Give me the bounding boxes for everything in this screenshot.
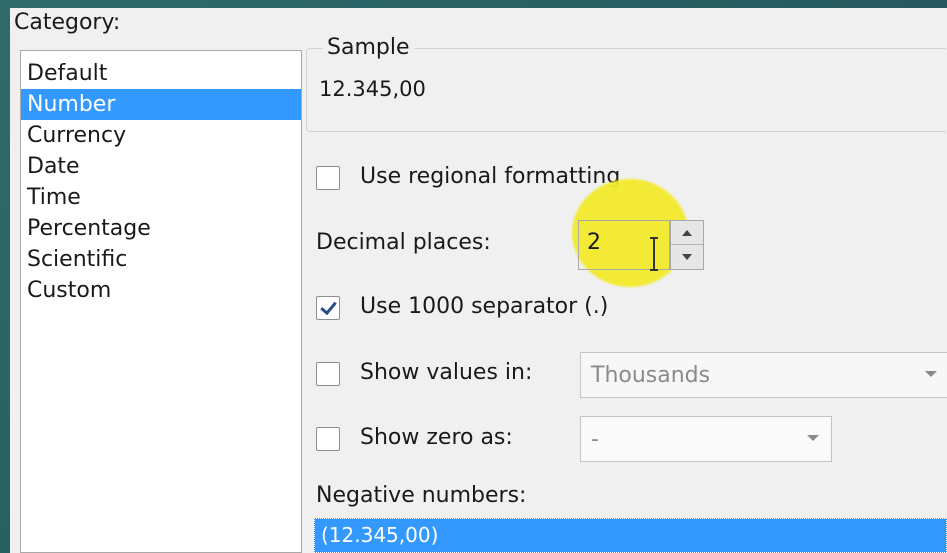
- negative-numbers-item[interactable]: (12.345,00): [321, 523, 438, 547]
- show-values-label: Show values in:: [360, 360, 533, 385]
- decimal-places-label: Decimal places:: [316, 230, 491, 255]
- category-label: Category:: [14, 10, 121, 35]
- sample-value: 12.345,00: [319, 77, 426, 101]
- spin-down-button[interactable]: [671, 245, 703, 269]
- spin-up-icon: [682, 229, 692, 236]
- thousands-separator-label: Use 1000 separator (.): [360, 294, 609, 319]
- sample-title: Sample: [323, 35, 414, 60]
- category-item-time[interactable]: Time: [21, 182, 301, 213]
- decimal-places-spinner[interactable]: [670, 220, 704, 270]
- show-zero-selected: -: [591, 427, 599, 452]
- regional-formatting-label: Use regional formatting: [360, 164, 621, 189]
- spin-up-button[interactable]: [671, 221, 703, 245]
- negative-numbers-list[interactable]: (12.345,00): [314, 518, 947, 553]
- chevron-down-icon: [807, 435, 819, 441]
- show-zero-label: Show zero as:: [360, 425, 513, 450]
- negative-numbers-label: Negative numbers:: [316, 483, 527, 508]
- regional-formatting-checkbox[interactable]: [316, 166, 340, 190]
- spin-down-icon: [682, 254, 692, 260]
- sample-group: Sample 12.345,00: [306, 35, 946, 132]
- show-values-checkbox[interactable]: [316, 362, 340, 386]
- show-values-selected: Thousands: [591, 363, 711, 388]
- category-list[interactable]: Default Number Currency Date Time Percen…: [20, 50, 302, 553]
- category-item-scientific[interactable]: Scientific: [21, 244, 301, 275]
- category-item-percentage[interactable]: Percentage: [21, 213, 301, 244]
- decimal-places-value: 2: [587, 230, 601, 255]
- category-item-custom[interactable]: Custom: [21, 275, 301, 306]
- category-item-default[interactable]: Default: [21, 58, 301, 89]
- category-item-number[interactable]: Number: [21, 89, 301, 120]
- category-item-currency[interactable]: Currency: [21, 120, 301, 151]
- text-cursor-icon: [650, 237, 658, 271]
- chevron-down-icon: [925, 371, 937, 377]
- show-zero-select[interactable]: -: [580, 416, 832, 462]
- show-zero-checkbox[interactable]: [316, 427, 340, 451]
- category-item-date[interactable]: Date: [21, 151, 301, 182]
- thousands-separator-checkbox[interactable]: [316, 296, 340, 320]
- show-values-select[interactable]: Thousands: [580, 352, 947, 398]
